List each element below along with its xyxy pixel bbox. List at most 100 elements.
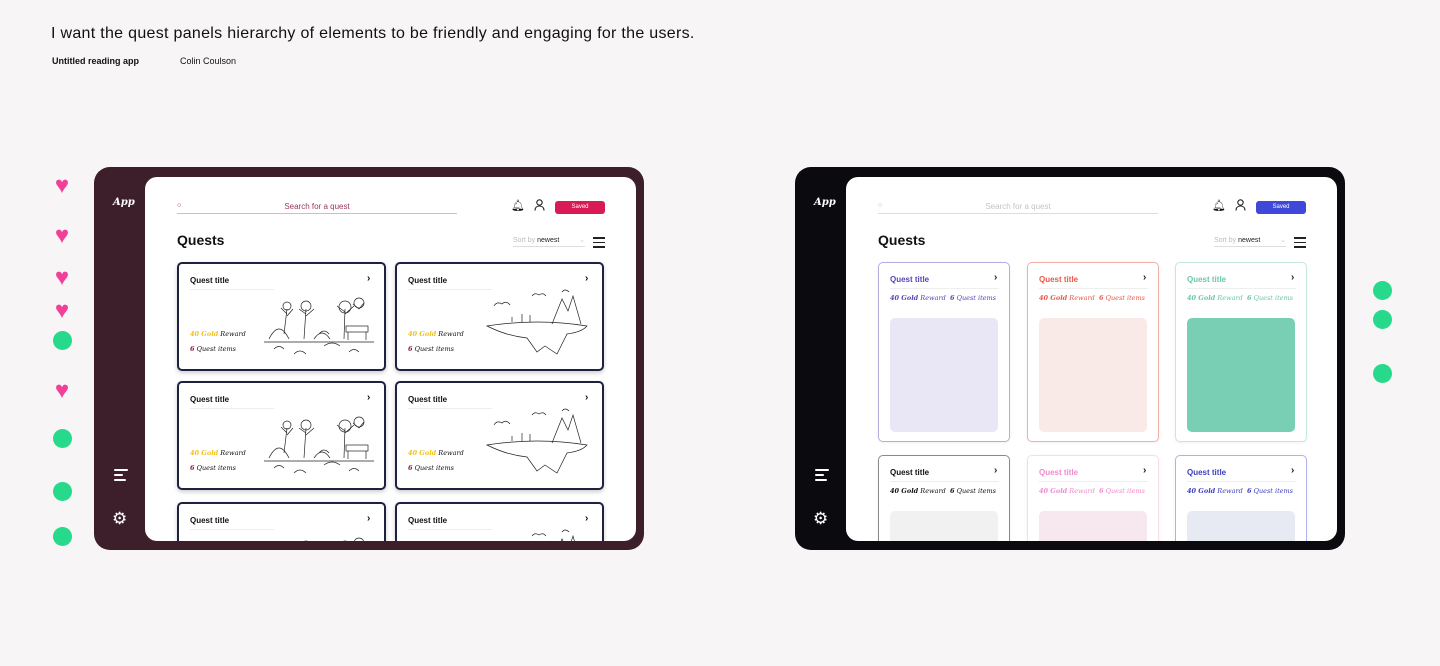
quest-card[interactable]: Quest title › 40 Gold Reward 6 Quest ite… (1027, 262, 1159, 442)
quest-title: Quest title (408, 395, 448, 404)
items-label: Quest items (1253, 294, 1294, 302)
divider (890, 481, 999, 482)
chevron-right-icon[interactable]: › (585, 392, 588, 403)
quest-card[interactable]: Quest title › 40 Gold Reward 6 Quest ite… (1175, 455, 1307, 541)
items-label: Quest items (1253, 487, 1294, 495)
quest-title: Quest title (190, 516, 230, 525)
items-label: Quest items (1105, 487, 1146, 495)
quest-reward: 40 Gold Reward (408, 449, 464, 457)
search-input[interactable]: ○ Search for a quest (878, 200, 1158, 214)
quest-title: Quest title (890, 275, 930, 284)
quest-card[interactable]: Quest title › 40 Gold Reward 6 Quest ite… (1027, 455, 1159, 541)
quest-card[interactable]: Quest title › 40 Gold Reward 6 Quest ite… (878, 455, 1010, 541)
sort-label: Sort by (513, 237, 536, 244)
quest-image-placeholder (890, 511, 998, 541)
settings-gear-icon[interactable]: ⚙ (112, 509, 127, 529)
saved-button[interactable]: Saved (555, 201, 605, 214)
chevron-right-icon[interactable]: › (367, 392, 370, 403)
search-input[interactable]: ○ Search for a quest (177, 200, 457, 214)
app-screen: ○ Search for a quest 🔔︎ Saved Quests Sor… (145, 177, 636, 541)
quest-card[interactable]: Quest title › 40 Gold Reward 6 Quest ite… (177, 262, 386, 371)
quest-reward: 40 Gold Reward (1039, 294, 1095, 302)
quest-reward: 40 Gold Reward (408, 330, 464, 338)
heart-reaction-icon: ♥ (54, 264, 70, 291)
chevron-right-icon[interactable]: › (367, 513, 370, 524)
reward-label: Reward (438, 449, 464, 457)
sort-dropdown[interactable]: Sort by newest ⌄ (513, 237, 585, 247)
vote-dot (53, 429, 72, 448)
divider (408, 289, 492, 290)
items-count: 6 (950, 294, 955, 302)
sort-value: newest (1238, 237, 1261, 244)
chevron-right-icon[interactable]: › (1291, 465, 1294, 476)
quest-card[interactable]: Quest title › 40 Gold Reward 6 Quest ite… (395, 262, 604, 371)
chevron-right-icon[interactable]: › (585, 273, 588, 284)
quest-title: Quest title (408, 516, 448, 525)
app-logo: App (814, 197, 836, 208)
settings-gear-icon[interactable]: ⚙ (813, 509, 828, 529)
items-count: 6 (1099, 294, 1104, 302)
quest-card[interactable]: Quest title › 40 Gold Reward 6 Quest ite… (1175, 262, 1307, 442)
chevron-right-icon[interactable]: › (994, 465, 997, 476)
quest-card[interactable]: Quest title › 40 Gold Reward 6 Quest ite… (395, 502, 604, 541)
quest-reward: 40 Gold Reward (1187, 294, 1243, 302)
quest-items-count: 6 Quest items (1247, 487, 1293, 495)
items-label: Quest items (1105, 294, 1146, 302)
quest-image-placeholder (1039, 511, 1147, 541)
gold-amount: 40 Gold (1039, 487, 1068, 495)
divider (890, 288, 999, 289)
project-name: Untitled reading app (52, 56, 140, 66)
heart-reaction-icon: ♥ (54, 297, 70, 324)
quest-reward: 40 Gold Reward (890, 487, 946, 495)
chevron-right-icon[interactable]: › (1143, 272, 1146, 283)
quest-image-placeholder (1187, 318, 1295, 432)
user-profile-icon[interactable] (1235, 199, 1246, 211)
quest-title: Quest title (190, 395, 230, 404)
gold-amount: 40 Gold (890, 487, 919, 495)
chevron-right-icon[interactable]: › (994, 272, 997, 283)
filter-sliders-icon[interactable] (593, 237, 605, 251)
quest-card[interactable]: Quest title › 40 Gold Reward 6 Quest ite… (177, 381, 386, 490)
chevron-right-icon[interactable]: › (1143, 465, 1146, 476)
quest-card[interactable]: Quest title › 40 Gold Reward 6 Quest ite… (395, 381, 604, 490)
notification-bell-icon[interactable]: 🔔︎ (1212, 199, 1226, 212)
items-count: 6 (190, 345, 195, 353)
gold-amount: 40 Gold (190, 330, 219, 338)
items-count: 6 (408, 464, 413, 472)
quest-title: Quest title (408, 276, 448, 285)
chevron-right-icon[interactable]: › (1291, 272, 1294, 283)
items-label: Quest items (196, 345, 237, 353)
vote-dot (53, 482, 72, 501)
notification-bell-icon[interactable]: 🔔︎ (511, 199, 525, 212)
vote-dot (53, 331, 72, 350)
quest-card[interactable]: Quest title › 40 Gold Reward 6 Quest ite… (177, 502, 386, 541)
items-label: Quest items (956, 294, 997, 302)
reward-label: Reward (438, 330, 464, 338)
items-label: Quest items (414, 345, 455, 353)
user-profile-icon[interactable] (534, 199, 545, 211)
garden-illustration (264, 416, 374, 474)
sort-dropdown[interactable]: Sort by newest ⌄ (1214, 237, 1286, 247)
items-count: 6 (1099, 487, 1104, 495)
chevron-right-icon[interactable]: › (585, 513, 588, 524)
quest-card[interactable]: Quest title › 40 Gold Reward 6 Quest ite… (878, 262, 1010, 442)
divider (1187, 288, 1296, 289)
quest-title: Quest title (890, 468, 930, 477)
quest-image-placeholder (1039, 318, 1147, 432)
quest-title: Quest title (1039, 275, 1079, 284)
reward-label: Reward (220, 330, 246, 338)
quest-items-count: 6 Quest items (950, 294, 996, 302)
menu-icon[interactable] (114, 469, 128, 484)
quest-title: Quest title (1187, 468, 1227, 477)
reward-label: Reward (220, 449, 246, 457)
items-count: 6 (408, 345, 413, 353)
divider (190, 408, 274, 409)
app-logo: App (113, 197, 135, 208)
chevron-right-icon[interactable]: › (367, 273, 370, 284)
gold-amount: 40 Gold (1187, 487, 1216, 495)
saved-button[interactable]: Saved (1256, 201, 1306, 214)
quest-items-count: 6 Quest items (408, 464, 454, 472)
author-name: Colin Coulson (180, 56, 237, 66)
menu-icon[interactable] (815, 469, 829, 484)
filter-sliders-icon[interactable] (1294, 237, 1306, 251)
